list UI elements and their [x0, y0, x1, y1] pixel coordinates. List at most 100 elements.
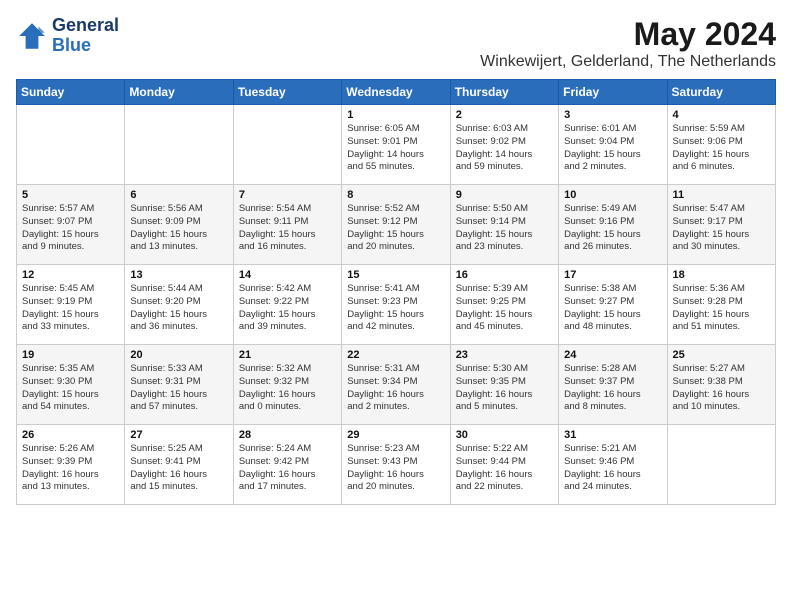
day-number: 25 [673, 349, 770, 361]
logo: General Blue [16, 16, 119, 56]
day-number: 30 [456, 429, 553, 441]
weekday-header: Saturday [667, 80, 775, 105]
day-info: Sunrise: 5:41 AM Sunset: 9:23 PM Dayligh… [347, 283, 444, 334]
calendar-cell: 20Sunrise: 5:33 AM Sunset: 9:31 PM Dayli… [125, 345, 233, 425]
day-info: Sunrise: 5:56 AM Sunset: 9:09 PM Dayligh… [130, 203, 227, 254]
day-number: 5 [22, 189, 119, 201]
calendar-cell: 2Sunrise: 6:03 AM Sunset: 9:02 PM Daylig… [450, 105, 558, 185]
day-info: Sunrise: 5:49 AM Sunset: 9:16 PM Dayligh… [564, 203, 661, 254]
day-info: Sunrise: 5:38 AM Sunset: 9:27 PM Dayligh… [564, 283, 661, 334]
calendar-week-row: 19Sunrise: 5:35 AM Sunset: 9:30 PM Dayli… [17, 345, 776, 425]
weekday-header: Tuesday [233, 80, 341, 105]
day-info: Sunrise: 5:32 AM Sunset: 9:32 PM Dayligh… [239, 363, 336, 414]
calendar-cell: 12Sunrise: 5:45 AM Sunset: 9:19 PM Dayli… [17, 265, 125, 345]
calendar-cell: 7 Sunrise: 5:54 AM Sunset: 9:11 PM Daylig… [233, 185, 341, 265]
day-number: 8 [347, 189, 444, 201]
location-title: Winkewijert, Gelderland, The Netherlands [480, 53, 776, 71]
day-number: 11 [673, 189, 770, 201]
calendar-cell: 24Sunrise: 5:28 AM Sunset: 9:37 PM Dayli… [559, 345, 667, 425]
day-number: 2 [456, 109, 553, 121]
calendar-cell: 25 Sunrise: 5:27 AM Sunset: 9:38 PM Dayli… [667, 345, 775, 425]
day-number: 17 [564, 269, 661, 281]
calendar-cell: 3Sunrise: 6:01 AM Sunset: 9:04 PM Daylig… [559, 105, 667, 185]
calendar-body: 1 Sunrise: 6:05 AM Sunset: 9:01 PM Daylig… [17, 105, 776, 505]
day-info: Sunrise: 5:26 AM Sunset: 9:39 PM Dayligh… [22, 443, 119, 494]
month-title: May 2024 [480, 16, 776, 53]
calendar-cell: 31 Sunrise: 5:21 AM Sunset: 9:46 PM Dayli… [559, 425, 667, 505]
day-number: 21 [239, 349, 336, 361]
weekday-header: Wednesday [342, 80, 450, 105]
calendar-cell: 10 Sunrise: 5:49 AM Sunset: 9:16 PM Dayli… [559, 185, 667, 265]
day-number: 26 [22, 429, 119, 441]
day-number: 29 [347, 429, 444, 441]
calendar-cell: 28 Sunrise: 5:24 AM Sunset: 9:42 PM Dayli… [233, 425, 341, 505]
day-info: Sunrise: 5:24 AM Sunset: 9:42 PM Dayligh… [239, 443, 336, 494]
day-info: Sunrise: 5:30 AM Sunset: 9:35 PM Dayligh… [456, 363, 553, 414]
day-info: Sunrise: 5:31 AM Sunset: 9:34 PM Dayligh… [347, 363, 444, 414]
day-info: Sunrise: 5:25 AM Sunset: 9:41 PM Dayligh… [130, 443, 227, 494]
day-number: 15 [347, 269, 444, 281]
calendar-cell: 30 Sunrise: 5:22 AM Sunset: 9:44 PM Dayli… [450, 425, 558, 505]
day-number: 27 [130, 429, 227, 441]
calendar-cell: 21 Sunrise: 5:32 AM Sunset: 9:32 PM Dayli… [233, 345, 341, 425]
calendar-week-row: 26 Sunrise: 5:26 AM Sunset: 9:39 PM Dayli… [17, 425, 776, 505]
day-number: 31 [564, 429, 661, 441]
calendar-cell: 11Sunrise: 5:47 AM Sunset: 9:17 PM Dayli… [667, 185, 775, 265]
calendar-cell: 1 Sunrise: 6:05 AM Sunset: 9:01 PM Daylig… [342, 105, 450, 185]
day-number: 10 [564, 189, 661, 201]
calendar-table: SundayMondayTuesdayWednesdayThursdayFrid… [16, 79, 776, 505]
day-info: Sunrise: 5:33 AM Sunset: 9:31 PM Dayligh… [130, 363, 227, 414]
weekday-header: Friday [559, 80, 667, 105]
day-number: 16 [456, 269, 553, 281]
calendar-cell: 29 Sunrise: 5:23 AM Sunset: 9:43 PM Dayli… [342, 425, 450, 505]
calendar-week-row: 12Sunrise: 5:45 AM Sunset: 9:19 PM Dayli… [17, 265, 776, 345]
day-info: Sunrise: 5:59 AM Sunset: 9:06 PM Dayligh… [673, 123, 770, 174]
day-info: Sunrise: 5:27 AM Sunset: 9:38 PM Dayligh… [673, 363, 770, 414]
logo-icon [16, 20, 48, 52]
calendar-cell: 22Sunrise: 5:31 AM Sunset: 9:34 PM Dayli… [342, 345, 450, 425]
logo-text: General Blue [52, 16, 119, 56]
day-info: Sunrise: 5:21 AM Sunset: 9:46 PM Dayligh… [564, 443, 661, 494]
calendar-cell [667, 425, 775, 505]
day-info: Sunrise: 5:35 AM Sunset: 9:30 PM Dayligh… [22, 363, 119, 414]
day-info: Sunrise: 6:05 AM Sunset: 9:01 PM Dayligh… [347, 123, 444, 174]
day-info: Sunrise: 5:54 AM Sunset: 9:11 PM Dayligh… [239, 203, 336, 254]
day-number: 6 [130, 189, 227, 201]
calendar-cell: 8Sunrise: 5:52 AM Sunset: 9:12 PM Daylig… [342, 185, 450, 265]
day-number: 4 [673, 109, 770, 121]
day-number: 3 [564, 109, 661, 121]
day-info: Sunrise: 5:36 AM Sunset: 9:28 PM Dayligh… [673, 283, 770, 334]
day-info: Sunrise: 5:57 AM Sunset: 9:07 PM Dayligh… [22, 203, 119, 254]
weekday-header: Thursday [450, 80, 558, 105]
day-number: 18 [673, 269, 770, 281]
title-block: May 2024 Winkewijert, Gelderland, The Ne… [480, 16, 776, 71]
calendar-header-row: SundayMondayTuesdayWednesdayThursdayFrid… [17, 80, 776, 105]
day-number: 9 [456, 189, 553, 201]
calendar-cell: 13Sunrise: 5:44 AM Sunset: 9:20 PM Dayli… [125, 265, 233, 345]
calendar-cell [125, 105, 233, 185]
calendar-cell: 4 Sunrise: 5:59 AM Sunset: 9:06 PM Daylig… [667, 105, 775, 185]
calendar-cell: 23 Sunrise: 5:30 AM Sunset: 9:35 PM Dayli… [450, 345, 558, 425]
calendar-cell: 5 Sunrise: 5:57 AM Sunset: 9:07 PM Daylig… [17, 185, 125, 265]
calendar-cell: 18 Sunrise: 5:36 AM Sunset: 9:28 PM Dayli… [667, 265, 775, 345]
day-number: 12 [22, 269, 119, 281]
day-info: Sunrise: 5:42 AM Sunset: 9:22 PM Dayligh… [239, 283, 336, 334]
calendar-cell: 16Sunrise: 5:39 AM Sunset: 9:25 PM Dayli… [450, 265, 558, 345]
day-info: Sunrise: 5:22 AM Sunset: 9:44 PM Dayligh… [456, 443, 553, 494]
calendar-cell: 6 Sunrise: 5:56 AM Sunset: 9:09 PM Daylig… [125, 185, 233, 265]
calendar-cell: 27 Sunrise: 5:25 AM Sunset: 9:41 PM Dayli… [125, 425, 233, 505]
day-number: 1 [347, 109, 444, 121]
calendar-cell: 26 Sunrise: 5:26 AM Sunset: 9:39 PM Dayli… [17, 425, 125, 505]
day-number: 7 [239, 189, 336, 201]
calendar-cell [17, 105, 125, 185]
day-number: 14 [239, 269, 336, 281]
day-info: Sunrise: 5:44 AM Sunset: 9:20 PM Dayligh… [130, 283, 227, 334]
day-number: 24 [564, 349, 661, 361]
page-header: General Blue May 2024 Winkewijert, Gelde… [16, 16, 776, 71]
day-number: 28 [239, 429, 336, 441]
calendar-week-row: 5 Sunrise: 5:57 AM Sunset: 9:07 PM Daylig… [17, 185, 776, 265]
day-number: 23 [456, 349, 553, 361]
calendar-cell: 15 Sunrise: 5:41 AM Sunset: 9:23 PM Dayli… [342, 265, 450, 345]
weekday-header: Monday [125, 80, 233, 105]
day-info: Sunrise: 5:23 AM Sunset: 9:43 PM Dayligh… [347, 443, 444, 494]
